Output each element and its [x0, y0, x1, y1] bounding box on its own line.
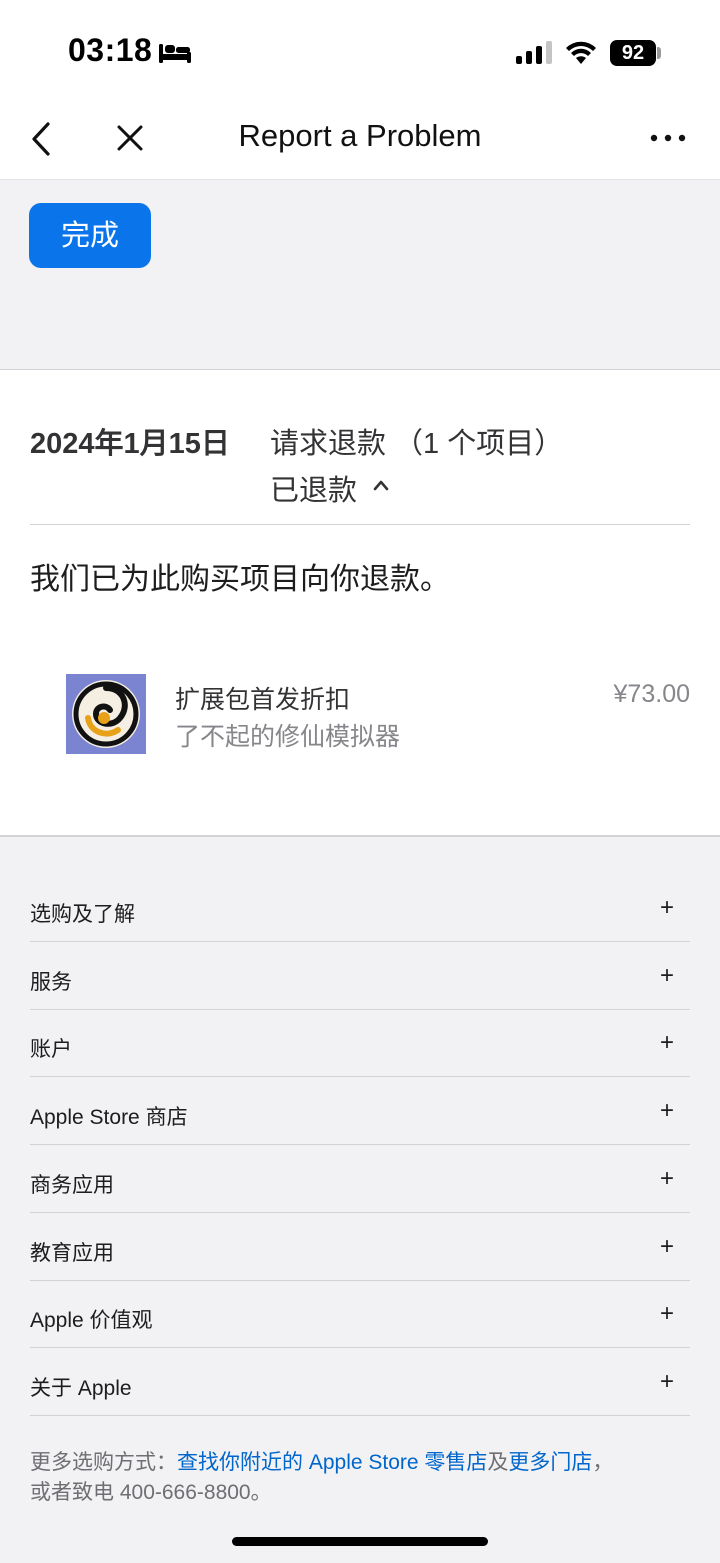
- footer-section-about[interactable]: 关于 Apple +: [30, 1348, 690, 1416]
- footer-note-suffix: ，: [592, 1451, 614, 1474]
- footer-section-label: Apple 价值观: [30, 1309, 153, 1332]
- footer-section-values[interactable]: Apple 价值观 +: [30, 1280, 690, 1348]
- footer-section-apple-store[interactable]: Apple Store 商店 +: [30, 1077, 690, 1145]
- more-stores-link[interactable]: 更多门店: [508, 1451, 592, 1474]
- footer-section-label: 教育应用: [30, 1242, 114, 1265]
- chevron-up-icon[interactable]: [373, 479, 389, 491]
- footer-section-services[interactable]: 服务 +: [30, 942, 690, 1010]
- battery-indicator: 92: [610, 40, 656, 66]
- refund-status[interactable]: 已退款: [270, 467, 357, 509]
- item-app-name: 了不起的修仙模拟器: [175, 723, 401, 751]
- page-title: Report a Problem: [238, 118, 482, 153]
- footer-section-label: 服务: [30, 971, 72, 994]
- status-time: 03:18: [68, 32, 153, 68]
- footer-section-label: 账户: [30, 1038, 72, 1061]
- footer-section-shop[interactable]: 选购及了解 +: [30, 874, 690, 942]
- footer-section-education[interactable]: 教育应用 +: [30, 1213, 690, 1281]
- item-name: 扩展包首发折扣: [175, 686, 351, 714]
- close-icon[interactable]: [112, 120, 148, 156]
- expand-plus-icon[interactable]: +: [660, 1031, 674, 1055]
- app-icon: [66, 674, 146, 754]
- footer-section-label: 关于 Apple: [30, 1377, 132, 1400]
- more-options-icon[interactable]: [648, 128, 688, 148]
- sleep-focus-icon: [159, 44, 191, 63]
- cellular-signal-icon: [516, 41, 552, 64]
- order-date: 2024年1月15日: [30, 428, 230, 460]
- home-indicator[interactable]: [232, 1537, 488, 1546]
- wifi-icon: [566, 41, 596, 64]
- footer-note-prefix: 更多选购方式：: [30, 1451, 177, 1474]
- done-button[interactable]: 完成: [29, 203, 151, 268]
- footer-section-label: 选购及了解: [30, 903, 135, 926]
- expand-plus-icon[interactable]: +: [660, 1235, 674, 1259]
- expand-plus-icon[interactable]: +: [660, 964, 674, 988]
- footer-phone-note: 或者致电 400-666-8800。: [30, 1481, 272, 1504]
- request-type: 请求退款 （1 个项目）: [270, 428, 564, 460]
- app-logo-icon: [66, 674, 146, 754]
- expand-plus-icon[interactable]: +: [660, 1099, 674, 1123]
- expand-plus-icon[interactable]: +: [660, 896, 674, 920]
- expand-plus-icon[interactable]: +: [660, 1370, 674, 1394]
- footer-note-mid: 及: [487, 1451, 509, 1474]
- battery-cap: [657, 47, 661, 59]
- expand-plus-icon[interactable]: +: [660, 1167, 674, 1191]
- footer-section-account[interactable]: 账户 +: [30, 1009, 690, 1077]
- expand-plus-icon[interactable]: +: [660, 1302, 674, 1326]
- footer-section-label: Apple Store 商店: [30, 1106, 188, 1129]
- footer-section-business[interactable]: 商务应用 +: [30, 1145, 690, 1213]
- item-price: ¥73.00: [613, 680, 690, 708]
- back-arrow-icon[interactable]: [26, 118, 58, 160]
- footer-note: 更多选购方式：查找你附近的 Apple Store 零售店及更多门店， 或者致电…: [30, 1448, 690, 1508]
- refund-message: 我们已为此购买项目向你退款。: [30, 563, 450, 596]
- order-divider: [30, 524, 690, 525]
- find-store-link[interactable]: 查找你附近的 Apple Store 零售店: [177, 1451, 487, 1474]
- footer-section-label: 商务应用: [30, 1174, 114, 1197]
